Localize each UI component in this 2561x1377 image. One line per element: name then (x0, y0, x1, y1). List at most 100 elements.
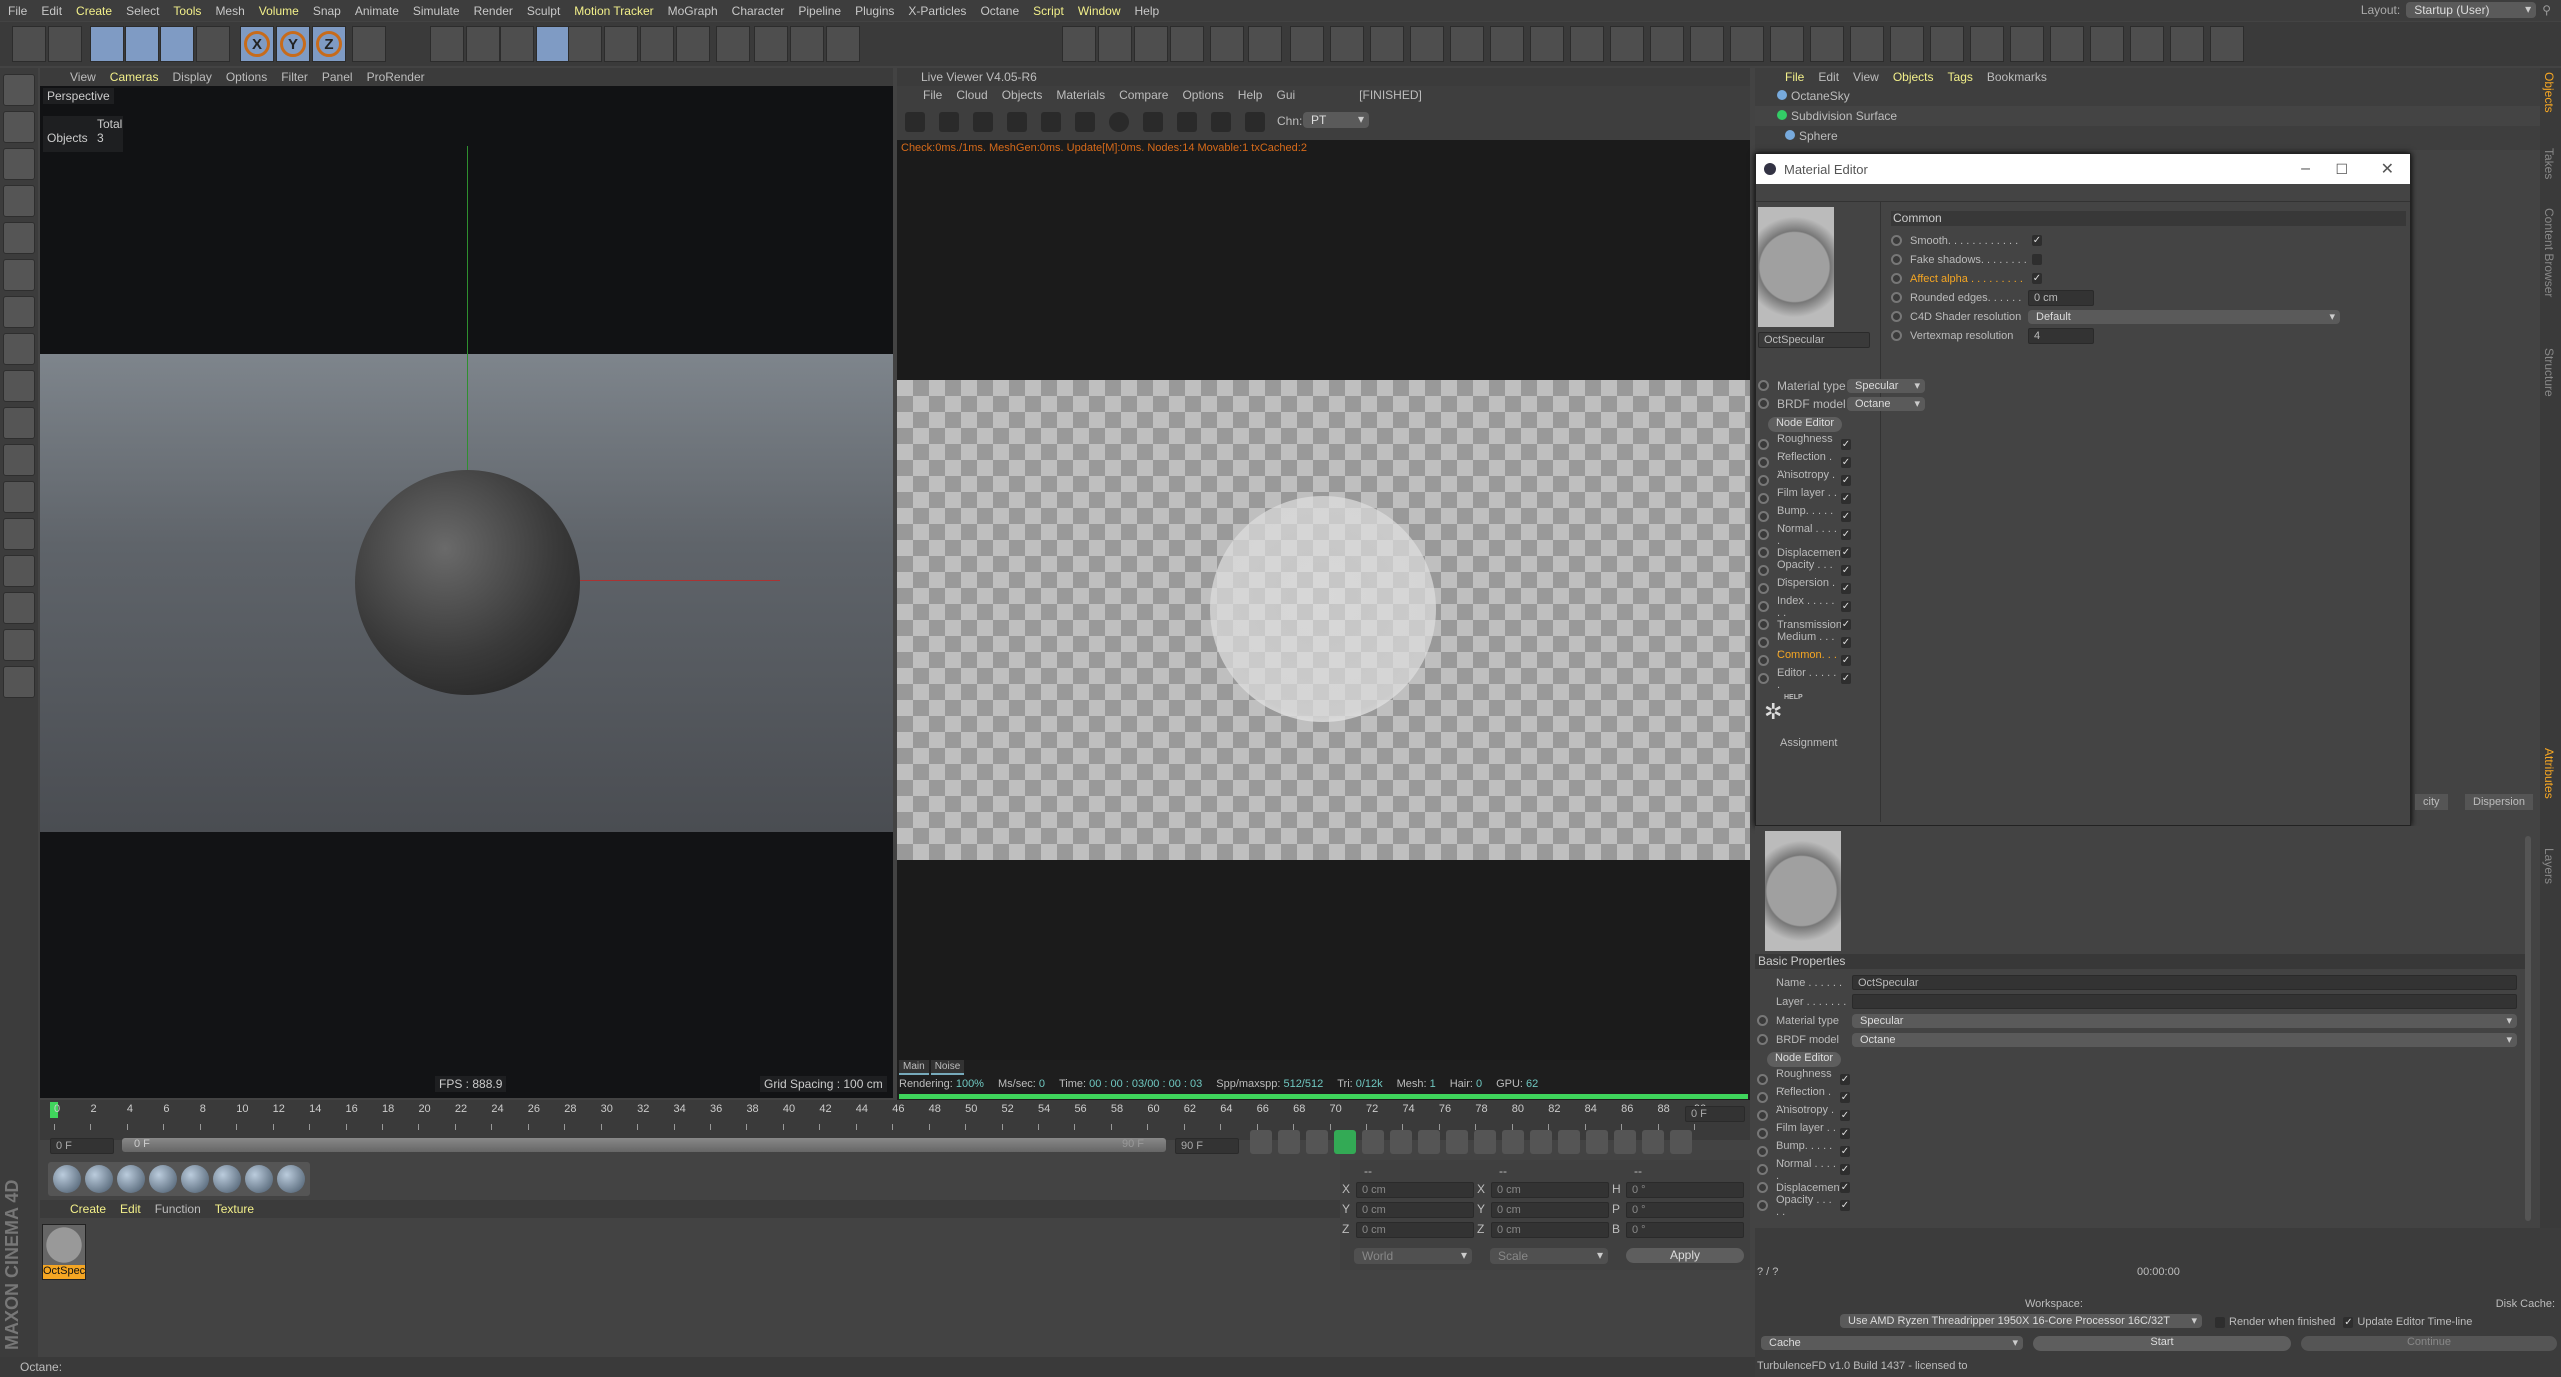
channel-checkbox[interactable]: ✓ (1841, 511, 1851, 522)
menu-mograph[interactable]: MoGraph (668, 4, 718, 18)
right-tab-content-browser[interactable]: Content Browser (2542, 208, 2556, 297)
keyframe-radio[interactable] (1757, 1015, 1768, 1026)
keyframe-radio[interactable] (1758, 583, 1769, 594)
mode-tool-10[interactable] (3, 444, 35, 476)
tool-button-16[interactable] (640, 26, 674, 62)
keyframe-radio[interactable] (1758, 457, 1769, 468)
keyframe-radio[interactable] (1757, 1164, 1768, 1175)
tool-button-41[interactable] (1810, 26, 1844, 62)
keyframe-radio[interactable] (1891, 273, 1902, 284)
channel-checkbox[interactable]: ✓ (1841, 619, 1851, 630)
viewport-menu-view[interactable]: View (70, 70, 96, 84)
channel-row[interactable]: Index . . . . . . . ✓ (1758, 595, 1851, 619)
keyframe-radio[interactable] (1757, 1110, 1768, 1121)
live-viewer-menu-options[interactable]: Options (1182, 88, 1223, 104)
menu-help[interactable]: Help (1135, 4, 1160, 18)
menu-script[interactable]: Script (1033, 4, 1064, 18)
tool-button-25[interactable] (1170, 26, 1204, 62)
keyframe-radio[interactable] (1757, 1074, 1768, 1085)
keyframe-radio[interactable] (1757, 1146, 1768, 1157)
update-timeline-checkbox[interactable]: ✓ (2343, 1316, 2354, 1328)
viewport-menu-cameras[interactable]: Cameras (110, 70, 159, 84)
tool-button-50[interactable] (2170, 26, 2204, 62)
coord-field[interactable]: 0 cm (1491, 1202, 1609, 1218)
prev-frame-icon[interactable] (1306, 1130, 1328, 1154)
checkbox-unchecked[interactable] (2032, 254, 2042, 265)
right-tab-attributes[interactable]: Attributes (2542, 748, 2556, 799)
menu-octane[interactable]: Octane (980, 4, 1019, 18)
viewport-menu-filter[interactable]: Filter (281, 70, 308, 84)
timeline-icon[interactable] (1670, 1130, 1692, 1154)
tool-button-22[interactable] (1062, 26, 1096, 62)
keyframe-radio[interactable] (1758, 601, 1769, 612)
end-frame-field[interactable]: 90 F (1175, 1138, 1239, 1154)
material-editor-titlebar[interactable]: Material Editor – ☐ ✕ (1756, 154, 2410, 184)
menu-character[interactable]: Character (732, 4, 785, 18)
tool-button-48[interactable] (2090, 26, 2124, 62)
keyframe-radio[interactable] (1757, 1092, 1768, 1103)
mode-tool-1[interactable] (3, 111, 35, 143)
channel-dropdown[interactable]: PT (1303, 112, 1369, 128)
menu-create[interactable]: Create (76, 4, 112, 18)
move-key-icon[interactable] (1530, 1130, 1552, 1154)
octane-icon[interactable] (905, 112, 925, 132)
octane-help-icon[interactable]: ✲ (1764, 699, 1782, 725)
channel-checkbox[interactable]: ✓ (1841, 565, 1851, 576)
menu-simulate[interactable]: Simulate (413, 4, 460, 18)
object-menu-bookmarks[interactable]: Bookmarks (1987, 70, 2047, 86)
axis-y-button[interactable]: Y (276, 26, 310, 62)
keyframe-radio[interactable] (1758, 655, 1769, 666)
keyframe-radio[interactable] (1758, 619, 1769, 630)
tool-button-38[interactable] (1690, 26, 1724, 62)
channel-checkbox[interactable]: ✓ (1841, 655, 1851, 666)
right-tab-layers[interactable]: Layers (2542, 848, 2556, 884)
keyframe-radio[interactable] (1757, 1128, 1768, 1139)
tool-button-51[interactable] (2210, 26, 2244, 62)
mode-tool-14[interactable] (3, 592, 35, 624)
start-button[interactable]: Start (2033, 1336, 2291, 1351)
layout-dropdown[interactable]: Startup (User) (2406, 2, 2537, 18)
menu-animate[interactable]: Animate (355, 4, 399, 18)
keyframe-radio[interactable] (1891, 254, 1902, 265)
tool-button-49[interactable] (2130, 26, 2164, 62)
material-preset-2[interactable] (117, 1165, 145, 1193)
attribute-channel-row[interactable]: Normal . . . . . ✓ (1757, 1158, 1850, 1182)
mode-tool-5[interactable] (3, 259, 35, 291)
clay-icon[interactable] (1143, 112, 1163, 132)
keyframe-radio[interactable] (1758, 380, 1769, 391)
channel-checkbox[interactable]: ✓ (1841, 583, 1851, 594)
region-icon[interactable] (1007, 112, 1027, 132)
tool-button-45[interactable] (1970, 26, 2004, 62)
keyframe-icon[interactable] (1446, 1130, 1468, 1154)
pla-icon[interactable] (1642, 1130, 1664, 1154)
object-menu-objects[interactable]: Objects (1893, 70, 1934, 86)
attribute-field[interactable]: OctSpecular (1852, 975, 2517, 990)
render-output[interactable] (897, 380, 1750, 860)
sphere-object[interactable] (355, 470, 580, 695)
material-preset-6[interactable] (245, 1165, 273, 1193)
keyframe-radio[interactable] (1758, 475, 1769, 486)
material-thumbnail[interactable]: OctSpec (42, 1224, 86, 1280)
tool-button-14[interactable] (568, 26, 602, 62)
menu-tools[interactable]: Tools (173, 4, 201, 18)
tool-button-29[interactable] (1330, 26, 1364, 62)
material-preset-1[interactable] (85, 1165, 113, 1193)
material-preset-5[interactable] (213, 1165, 241, 1193)
scale-key-icon[interactable] (1558, 1130, 1580, 1154)
clay2-icon[interactable] (1177, 112, 1197, 132)
tool-button-15[interactable] (604, 26, 638, 62)
keyframe-radio[interactable] (1758, 398, 1769, 409)
material-preset-7[interactable] (277, 1165, 305, 1193)
live-viewer-menu-objects[interactable]: Objects (1002, 88, 1043, 104)
live-viewer-menu-file[interactable]: File (923, 88, 942, 104)
menu-motion-tracker[interactable]: Motion Tracker (574, 4, 653, 18)
focus-pin-icon[interactable] (1211, 112, 1231, 132)
device-dropdown[interactable]: Use AMD Ryzen Threadripper 1950X 16-Core… (1840, 1314, 2202, 1328)
apply-button[interactable]: Apply (1626, 1248, 1744, 1263)
tool-button-0[interactable] (12, 26, 46, 62)
keyframe-radio[interactable] (1891, 330, 1902, 341)
keyframe-radio[interactable] (1758, 511, 1769, 522)
coord-field[interactable]: 0 cm (1491, 1222, 1609, 1238)
tool-button-2[interactable] (90, 26, 124, 62)
channel-checkbox[interactable]: ✓ (1840, 1128, 1850, 1139)
